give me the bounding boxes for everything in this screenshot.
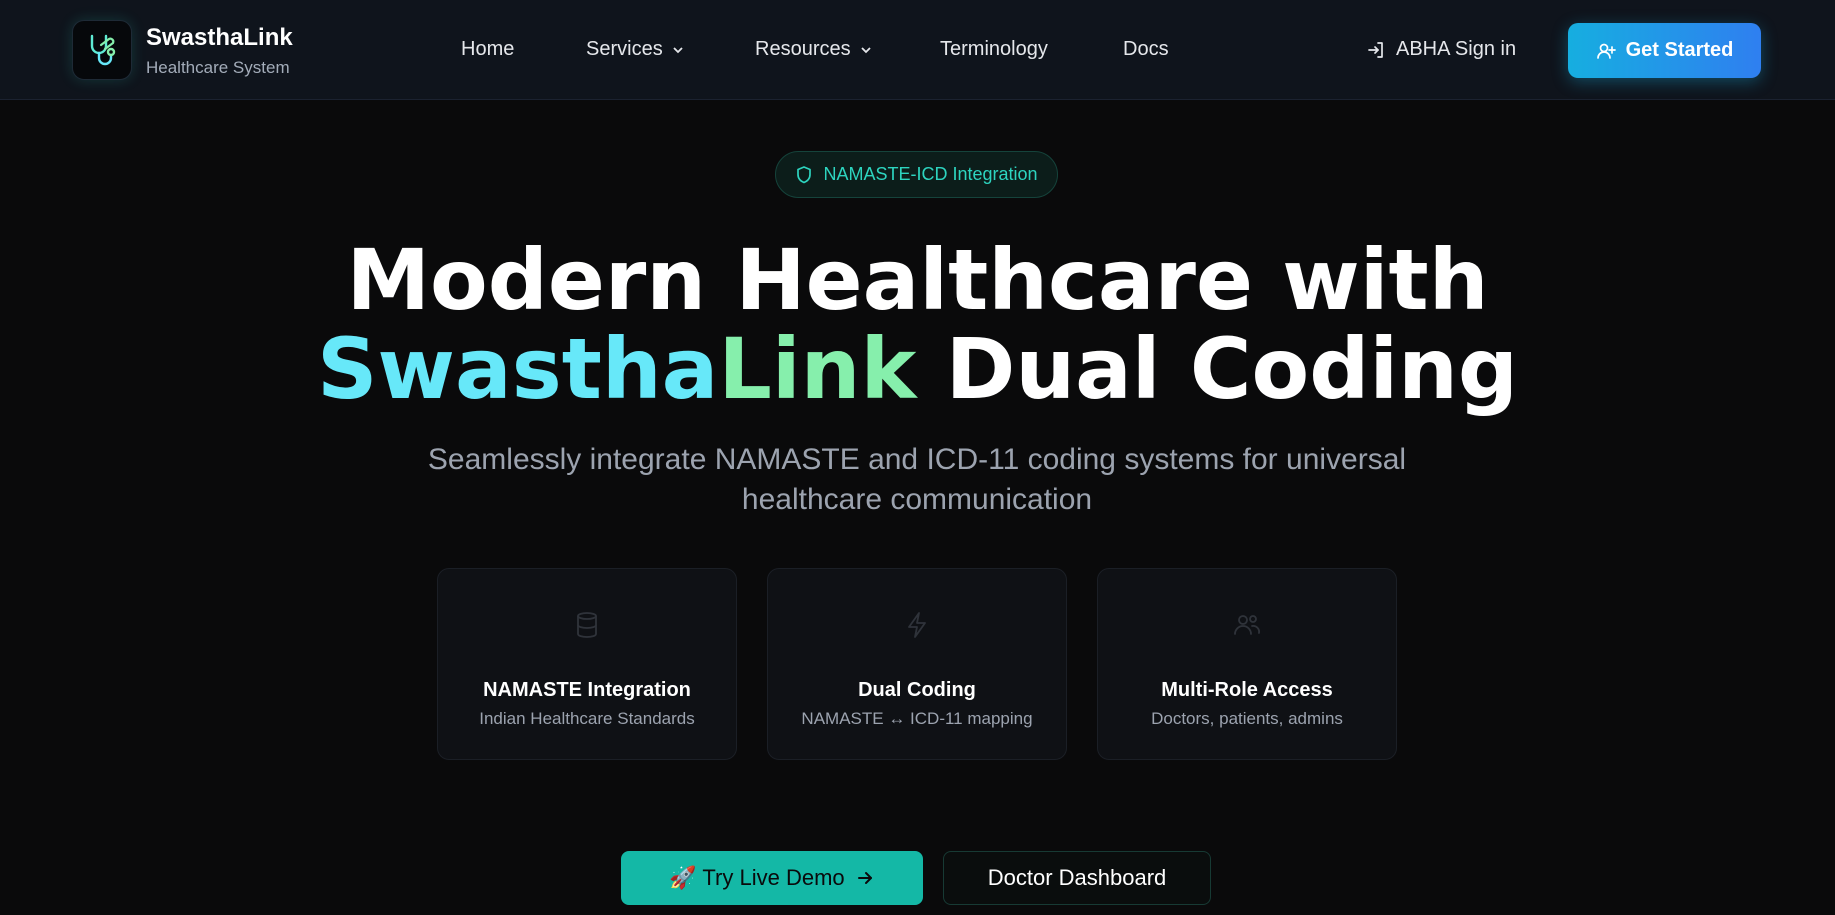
database-icon [577, 612, 597, 638]
feature-subtitle: NAMASTE ↔ ICD-11 mapping [801, 709, 1033, 728]
hero-subtitle: Seamlessly integrate NAMASTE and ICD-11 … [427, 443, 1407, 516]
try-live-demo-button[interactable]: 🚀 Try Live Demo [621, 851, 923, 905]
abha-signin-label: ABHA Sign in [1396, 38, 1517, 60]
brand-subtitle: Healthcare System [146, 58, 290, 77]
arrow-right-icon [857, 872, 872, 884]
hero-title-line1: Modern Healthcare with [346, 231, 1489, 329]
abha-signin-link[interactable]: ABHA Sign in [1366, 38, 1516, 61]
zap-icon [908, 612, 926, 638]
hero-title-line2: SwasthaLink Dual Coding [0, 327, 1835, 411]
brand-logo[interactable] [72, 20, 132, 80]
feature-card-namaste[interactable]: NAMASTE Integration Indian Healthcare St… [437, 568, 737, 760]
feature-title: Multi-Role Access [1161, 679, 1333, 701]
chevron-down-icon [860, 46, 871, 53]
doctor-dashboard-label: Doctor Dashboard [987, 865, 1167, 890]
feature-title: NAMASTE Integration [483, 679, 691, 701]
users-icon [1234, 615, 1260, 635]
hero-title-link: Link [718, 320, 917, 418]
user-plus-icon [1596, 43, 1616, 59]
feature-subtitle: Doctors, patients, admins [1151, 709, 1343, 728]
nav-docs-label: Docs [1123, 38, 1169, 60]
try-live-demo-label: 🚀 Try Live Demo [669, 865, 845, 890]
integration-badge: NAMASTE-ICD Integration [775, 151, 1058, 198]
nav-home[interactable]: Home [461, 38, 514, 61]
doctor-dashboard-button[interactable]: Doctor Dashboard [943, 851, 1211, 905]
nav-resources-label: Resources [755, 38, 851, 60]
hero-title-rest: Dual Coding [945, 320, 1519, 418]
nav-terminology[interactable]: Terminology [940, 38, 1048, 61]
log-in-icon [1368, 41, 1383, 58]
chevron-down-icon [673, 46, 683, 53]
nav-resources[interactable]: Resources [755, 38, 873, 61]
get-started-button[interactable]: Get Started [1568, 23, 1761, 78]
feature-card-dual-coding[interactable]: Dual Coding NAMASTE ↔ ICD-11 mapping [767, 568, 1067, 760]
nav-services[interactable]: Services [586, 38, 685, 61]
feature-subtitle: Indian Healthcare Standards [479, 709, 695, 728]
shield-icon [797, 165, 812, 183]
integration-badge-label: NAMASTE-ICD Integration [823, 164, 1038, 184]
nav-home-label: Home [461, 38, 515, 60]
stethoscope-icon [90, 34, 116, 66]
hero-title-swastha: Swastha [316, 320, 719, 418]
brand-name[interactable]: SwasthaLink [146, 24, 293, 52]
nav-docs[interactable]: Docs [1123, 38, 1169, 61]
top-navbar: SwasthaLink Healthcare System Home Servi… [0, 0, 1835, 100]
nav-services-label: Services [586, 38, 663, 60]
feature-title: Dual Coding [858, 679, 976, 701]
feature-card-multi-role[interactable]: Multi-Role Access Doctors, patients, adm… [1097, 568, 1397, 760]
get-started-label: Get Started [1625, 39, 1734, 61]
nav-terminology-label: Terminology [940, 38, 1048, 60]
